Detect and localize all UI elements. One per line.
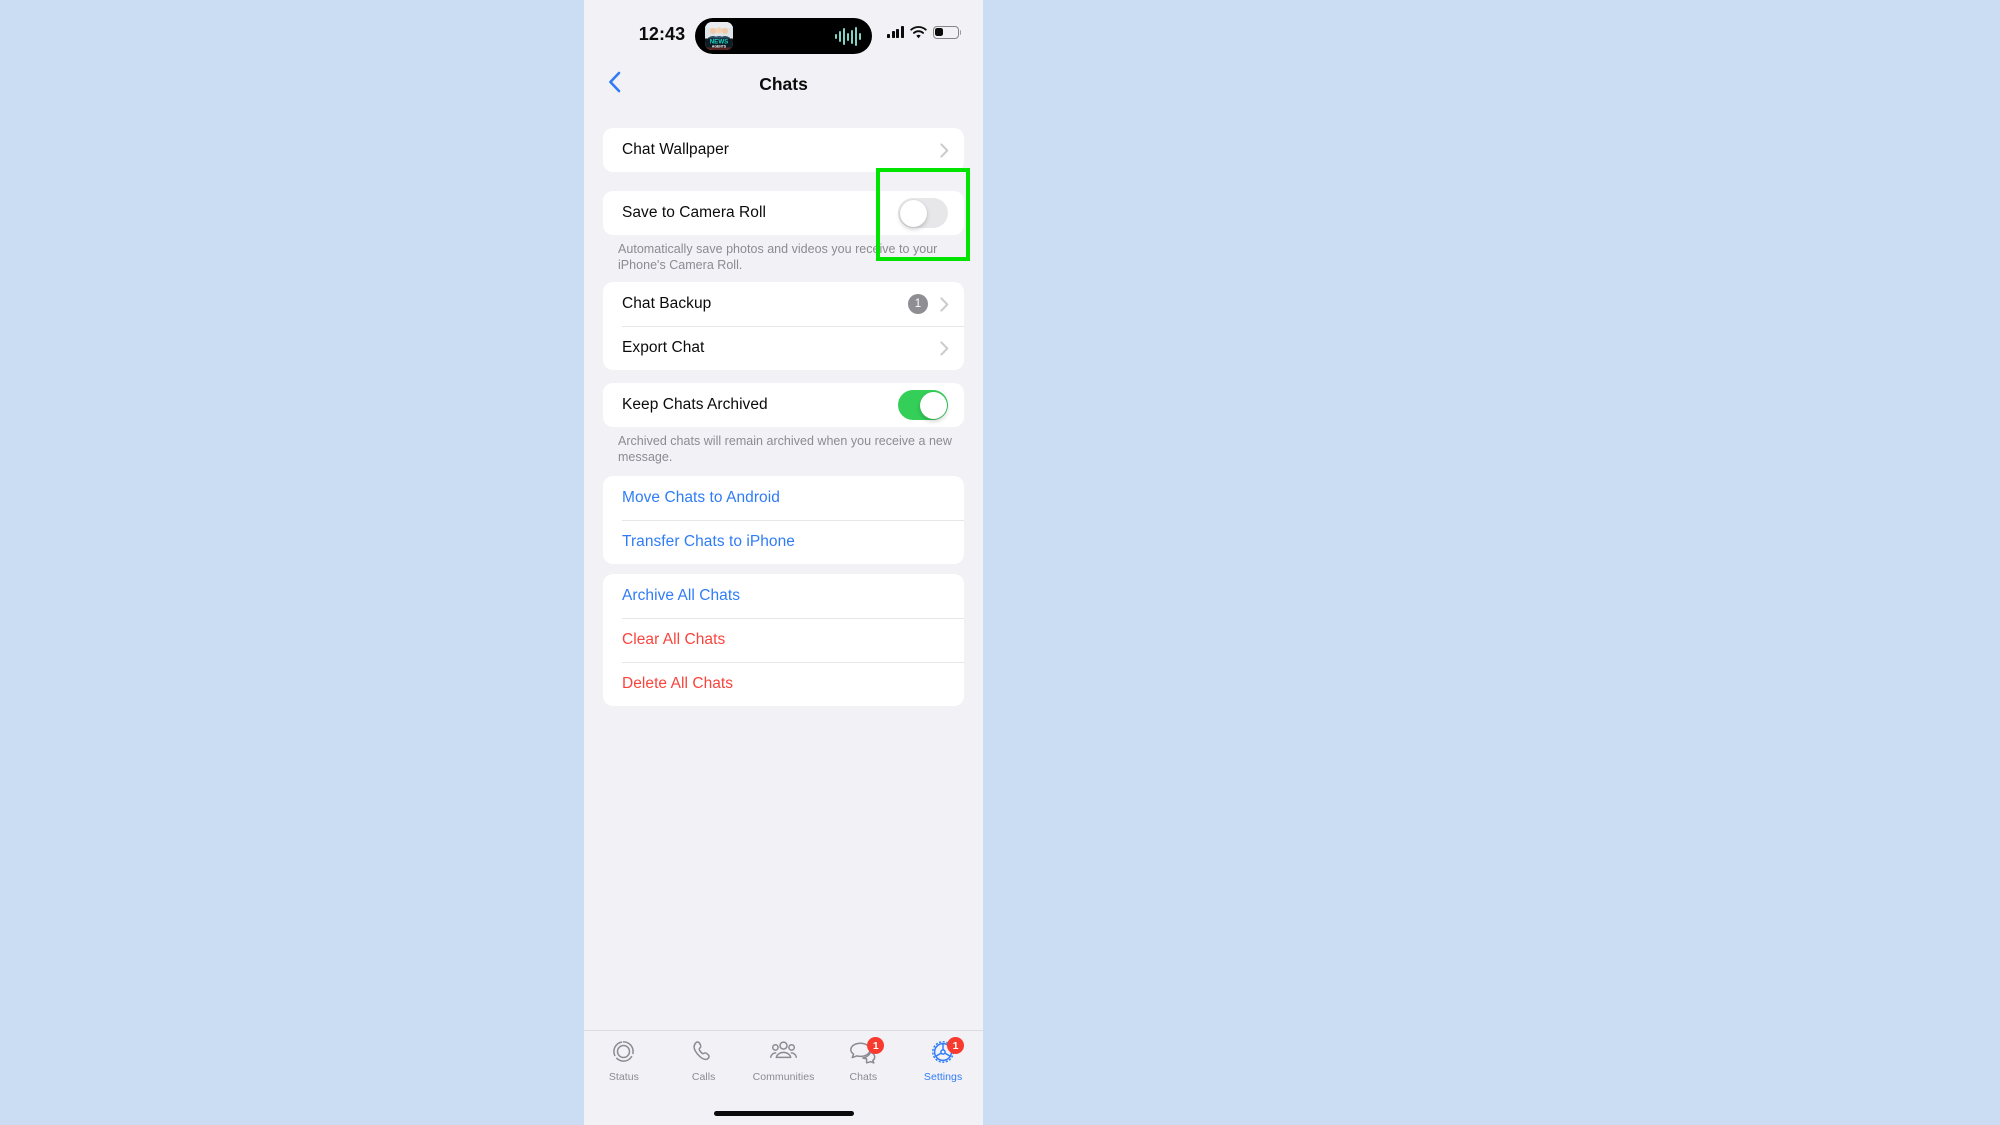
- group-archive-toggle: Keep Chats Archived: [603, 383, 964, 427]
- group-wallpaper: Chat Wallpaper: [603, 128, 964, 172]
- tab-status[interactable]: Status: [584, 1039, 664, 1083]
- row-move-chats-to-android[interactable]: Move Chats to Android: [603, 476, 964, 520]
- tab-label: Status: [608, 1071, 639, 1083]
- row-label: Keep Chats Archived: [622, 396, 768, 413]
- tab-label: Communities: [752, 1071, 815, 1083]
- chevron-right-icon: [940, 142, 949, 158]
- home-indicator: [713, 1111, 854, 1116]
- settings-list: Chat Wallpaper Save to Camera Roll Autom…: [584, 106, 983, 1030]
- group-transfer: Move Chats to Android Transfer Chats to …: [603, 476, 964, 564]
- group-camera-roll: Save to Camera Roll: [603, 191, 964, 235]
- phone-screen: 12:43 NEWS AGENTS Chats Chat Wallpaper S…: [584, 0, 983, 1125]
- tab-communities[interactable]: Communities: [744, 1039, 824, 1083]
- row-label: Chat Backup: [622, 295, 712, 312]
- tab-calls[interactable]: Calls: [664, 1039, 744, 1083]
- tab-bar: Status Calls Communities 1 Chats 1 Setti…: [584, 1030, 983, 1125]
- row-chat-wallpaper[interactable]: Chat Wallpaper: [603, 128, 964, 172]
- tab-settings[interactable]: 1 Settings: [903, 1037, 983, 1083]
- tab-label: Calls: [691, 1071, 716, 1083]
- status-bar: 12:43 NEWS AGENTS: [584, 0, 983, 62]
- tab-label: Chats: [849, 1071, 878, 1083]
- cellular-signal-icon: [886, 26, 904, 38]
- footnote-archive: Archived chats will remain archived when…: [618, 434, 952, 464]
- row-label: Clear All Chats: [622, 631, 726, 648]
- group-bulk-actions: Archive All Chats Clear All Chats Delete…: [603, 574, 964, 706]
- row-label: Archive All Chats: [622, 587, 741, 604]
- chevron-right-icon: [940, 296, 949, 312]
- row-keep-chats-archived[interactable]: Keep Chats Archived: [603, 383, 964, 427]
- row-chat-backup[interactable]: Chat Backup 1: [603, 282, 964, 326]
- dynamic-island[interactable]: NEWS AGENTS: [695, 18, 872, 54]
- row-archive-all-chats[interactable]: Archive All Chats: [603, 574, 964, 618]
- row-label: Transfer Chats to iPhone: [622, 533, 795, 550]
- save-to-camera-roll-toggle[interactable]: [898, 198, 948, 228]
- page-title: Chats: [759, 74, 808, 94]
- chats-badge: 1: [867, 1037, 885, 1054]
- row-label: Export Chat: [622, 339, 705, 356]
- settings-badge: 1: [947, 1037, 965, 1054]
- tab-chats[interactable]: 1 Chats: [823, 1037, 903, 1083]
- audio-waveform-icon: [835, 27, 861, 46]
- group-backup: Chat Backup 1 Export Chat: [603, 282, 964, 370]
- row-delete-all-chats[interactable]: Delete All Chats: [603, 662, 964, 706]
- battery-icon: [933, 25, 962, 39]
- phone-icon: [691, 1039, 716, 1069]
- news-agents-app-icon: NEWS AGENTS: [705, 22, 733, 50]
- footnote-camera-roll: Automatically save photos and videos you…: [618, 242, 938, 272]
- chevron-right-icon: [940, 340, 949, 356]
- chat-backup-badge: 1: [908, 294, 928, 314]
- status-time: 12:43: [638, 24, 686, 44]
- row-label: Delete All Chats: [622, 675, 734, 692]
- row-save-to-camera-roll[interactable]: Save to Camera Roll: [603, 191, 964, 235]
- row-transfer-chats-to-iphone[interactable]: Transfer Chats to iPhone: [603, 520, 964, 564]
- row-label: Move Chats to Android: [622, 489, 780, 506]
- communities-people-icon: [769, 1039, 798, 1069]
- status-rings-icon: [611, 1039, 636, 1069]
- wifi-icon: [910, 25, 927, 39]
- tab-label: Settings: [923, 1071, 963, 1083]
- keep-chats-archived-toggle[interactable]: [898, 390, 948, 420]
- row-clear-all-chats[interactable]: Clear All Chats: [603, 618, 964, 662]
- status-indicators: [886, 24, 962, 40]
- row-label: Save to Camera Roll: [622, 204, 766, 221]
- row-label: Chat Wallpaper: [622, 141, 729, 158]
- row-export-chat[interactable]: Export Chat: [603, 326, 964, 370]
- navigation-bar: Chats: [584, 62, 983, 106]
